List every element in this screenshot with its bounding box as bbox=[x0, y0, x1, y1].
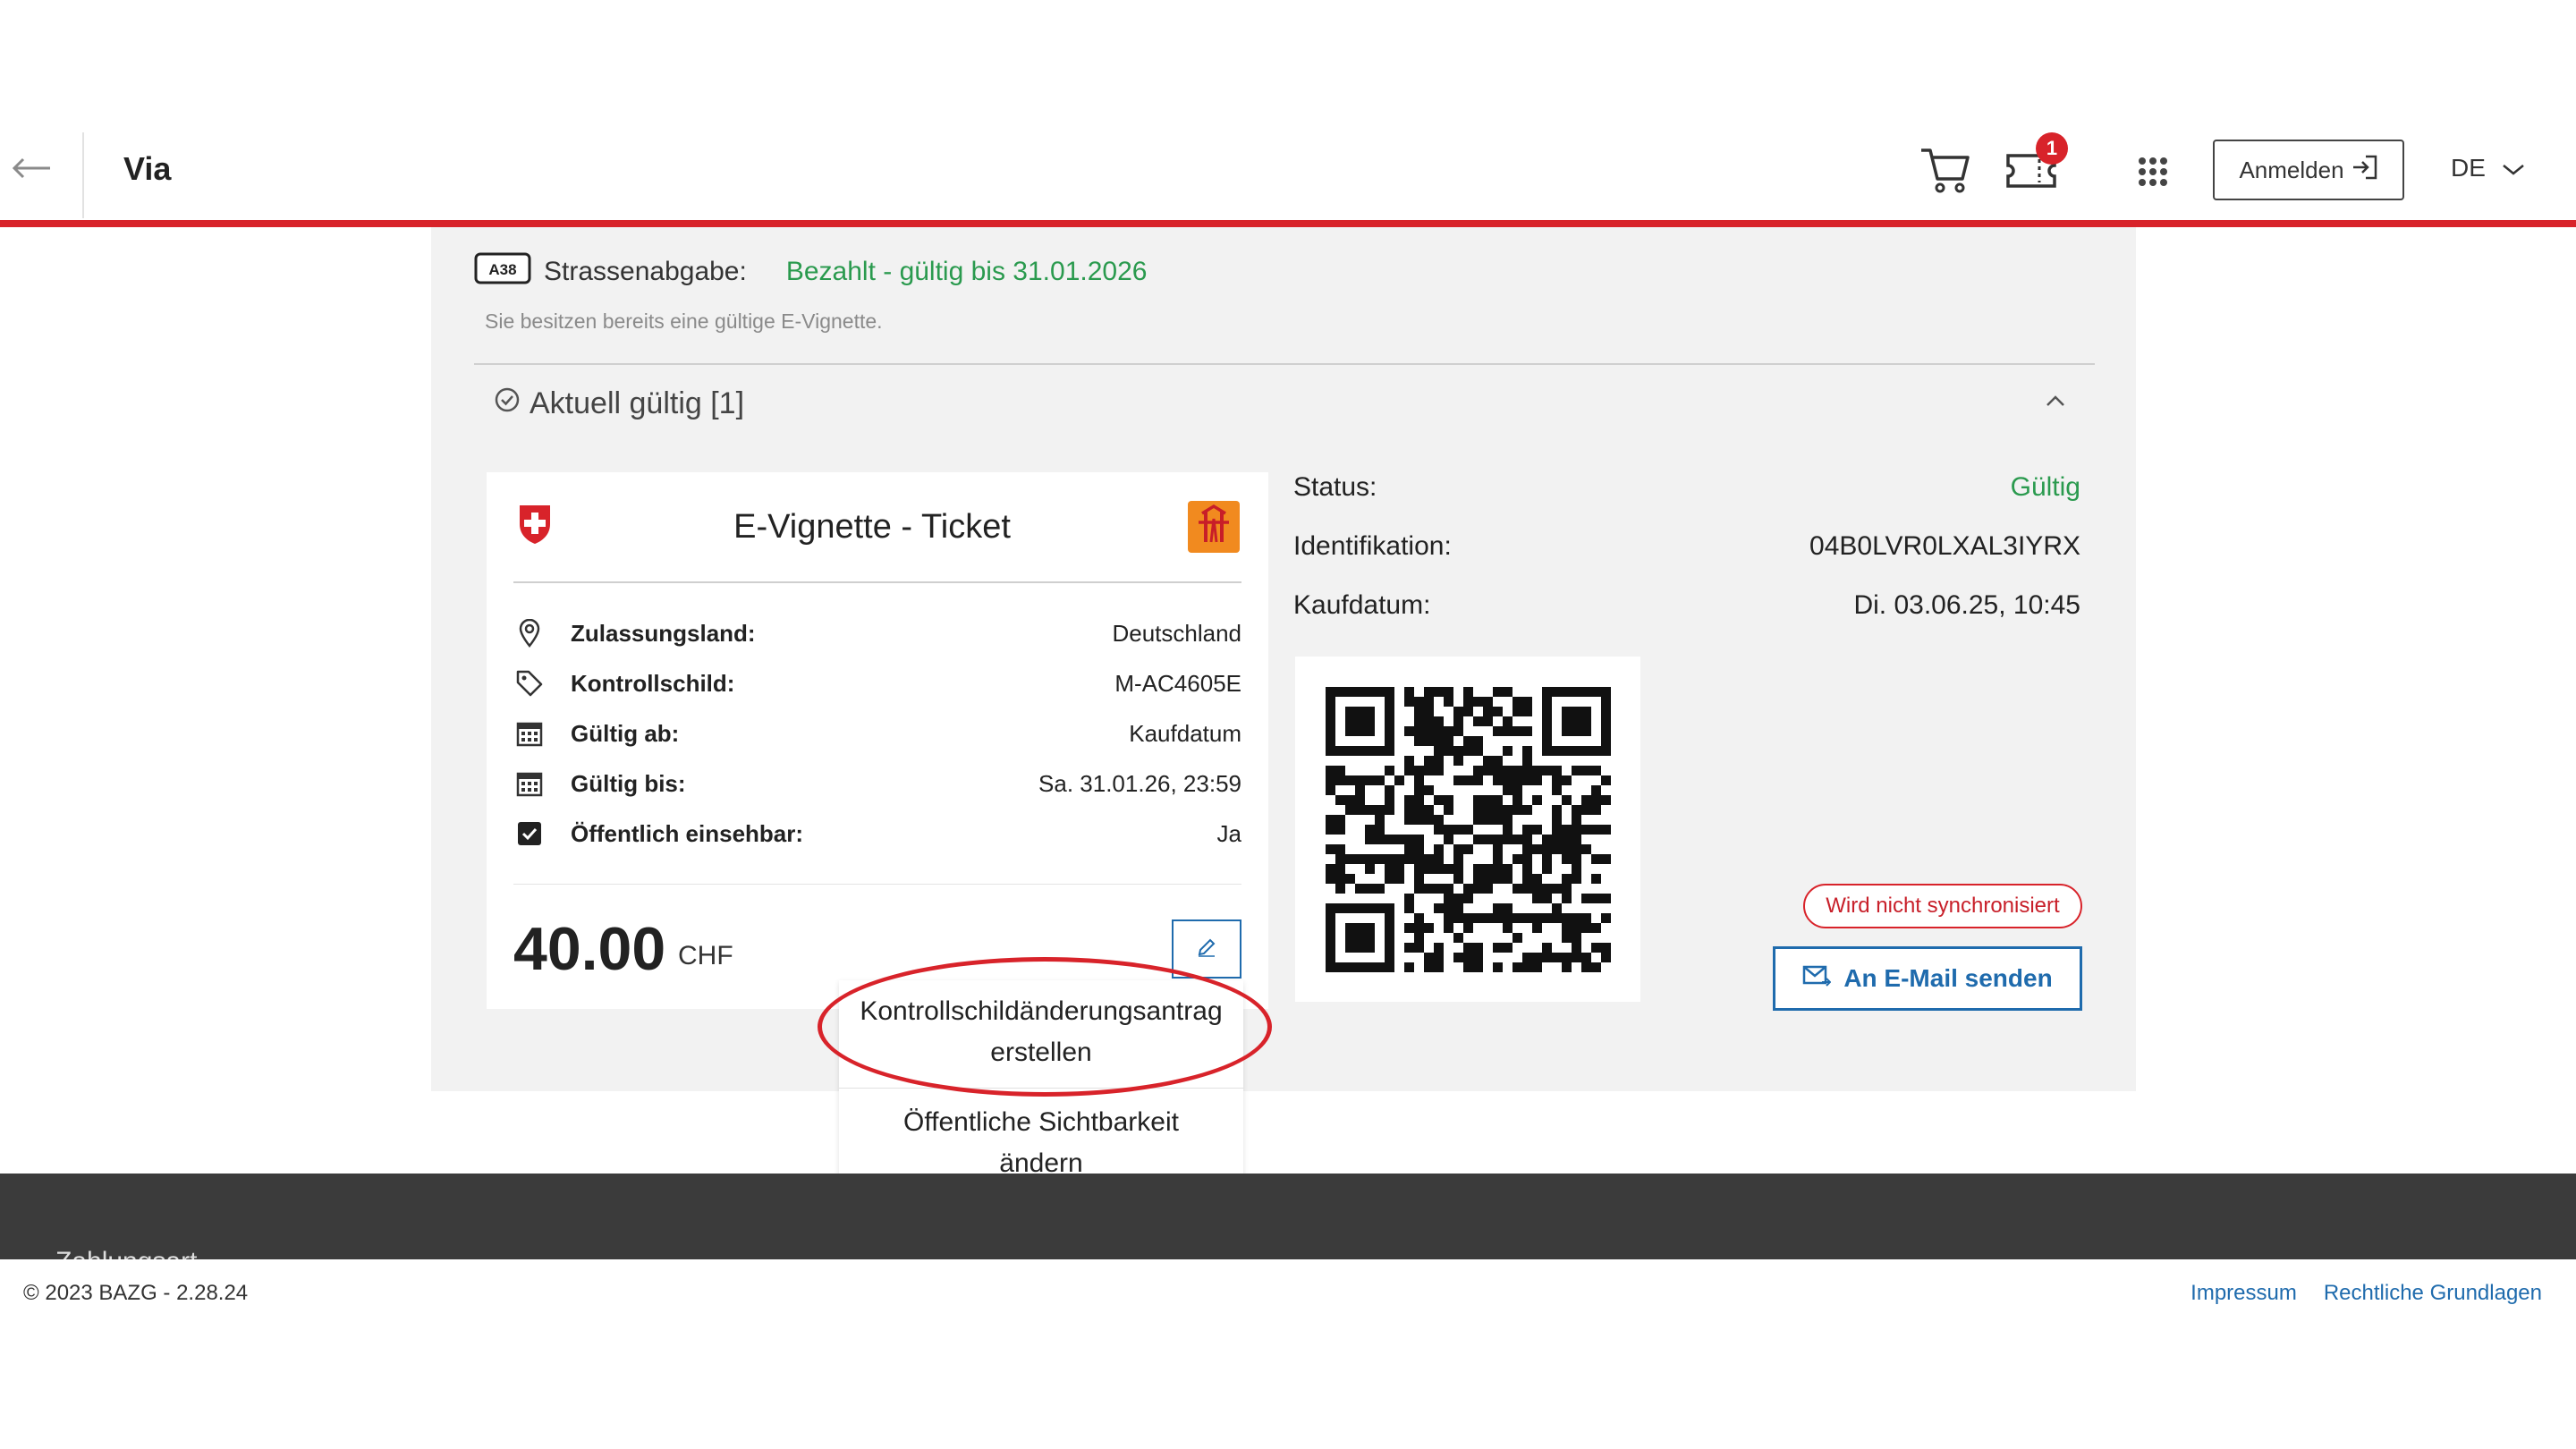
price-amount: 40.00 bbox=[513, 915, 666, 983]
menu-item-label: erstellen bbox=[990, 1038, 1092, 1067]
language-label: DE bbox=[2451, 154, 2486, 182]
info-value: Deutschland bbox=[1112, 619, 1241, 647]
info-value: Ja bbox=[1216, 819, 1241, 847]
identification-value: 04B0LVR0LXAL3IYRX bbox=[1809, 531, 2080, 561]
purchase-date-row: Kaufdatum: Di. 03.06.25, 10:45 bbox=[1293, 590, 2080, 621]
accordion-title: Aktuell gültig [1] bbox=[530, 386, 745, 420]
qr-code bbox=[1295, 657, 1640, 1002]
header-accent-line bbox=[0, 220, 2576, 227]
svg-text:A38: A38 bbox=[488, 261, 516, 278]
login-icon bbox=[2351, 155, 2378, 186]
tag-icon bbox=[513, 667, 546, 699]
menu-item-plate-change-request[interactable]: Kontrollschildänderungsantrag erstellen bbox=[839, 991, 1243, 1073]
sync-status-badge: Wird nicht synchronisiert bbox=[1803, 884, 2082, 928]
divider bbox=[474, 363, 2095, 365]
status-label: Status: bbox=[1293, 472, 1377, 502]
identification-row: Identifikation: 04B0LVR0LXAL3IYRX bbox=[1293, 531, 2080, 562]
info-value: M-AC4605E bbox=[1114, 669, 1241, 697]
tickets-count-badge: 1 bbox=[2036, 132, 2068, 165]
chevron-up-icon[interactable] bbox=[2045, 394, 2066, 408]
card-divider bbox=[513, 581, 1241, 583]
purchase-date-label: Kaufdatum: bbox=[1293, 590, 1431, 620]
header-divider bbox=[82, 132, 84, 218]
info-label: Kontrollschild: bbox=[571, 669, 735, 697]
footer-links: Impressum Rechtliche Grundlagen bbox=[2190, 1281, 2542, 1306]
info-label: Gültig ab: bbox=[571, 719, 680, 747]
copyright-text: © 2023 BAZG - 2.28.24 bbox=[23, 1281, 249, 1305]
price-currency: CHF bbox=[678, 941, 733, 970]
login-button-label: Anmelden bbox=[2239, 156, 2344, 183]
shopping-cart-icon[interactable] bbox=[1919, 143, 1971, 195]
check-circle-icon bbox=[494, 386, 521, 421]
menu-item-label: Kontrollschildänderungsantrag bbox=[860, 996, 1223, 1026]
menu-divider bbox=[839, 1088, 1243, 1089]
send-email-label: An E-Mail senden bbox=[1843, 964, 2053, 992]
info-row-public: Öffentlich einsehbar: Ja bbox=[513, 816, 1241, 852]
pencil-icon bbox=[1195, 936, 1218, 963]
calendar-icon bbox=[513, 767, 546, 800]
info-row-country: Zulassungsland: Deutschland bbox=[513, 615, 1241, 651]
identification-label: Identifikation: bbox=[1293, 531, 1452, 561]
road-tax-subtext: Sie besitzen bereits eine gültige E-Vign… bbox=[485, 309, 883, 333]
status-value: Gültig bbox=[2010, 472, 2080, 502]
motorway-sign-icon bbox=[1188, 501, 1240, 553]
ticket-title: E-Vignette - Ticket bbox=[733, 508, 1011, 546]
language-selector[interactable]: DE bbox=[2451, 154, 2525, 182]
checkbox-checked-icon bbox=[513, 818, 546, 850]
apps-grid-icon[interactable] bbox=[2138, 157, 2168, 187]
vignette-badge-icon: A38 bbox=[474, 252, 531, 292]
menu-item-label: Öffentliche Sichtbarkeit bbox=[903, 1107, 1179, 1137]
accordion-header[interactable]: Aktuell gültig [1] bbox=[494, 386, 744, 421]
send-email-button[interactable]: An E-Mail senden bbox=[1773, 946, 2082, 1011]
edit-button[interactable] bbox=[1172, 919, 1241, 979]
info-label: Gültig bis: bbox=[571, 769, 686, 797]
info-label: Öffentlich einsehbar: bbox=[571, 819, 804, 847]
info-label: Zulassungsland: bbox=[571, 619, 756, 647]
card-divider bbox=[513, 884, 1241, 885]
footer-link-legal[interactable]: Rechtliche Grundlagen bbox=[2324, 1281, 2542, 1306]
status-row: Status: Gültig bbox=[1293, 472, 2080, 503]
info-row-plate: Kontrollschild: M-AC4605E bbox=[513, 665, 1241, 701]
info-row-valid-from: Gültig ab: Kaufdatum bbox=[513, 716, 1241, 751]
mail-send-icon bbox=[1802, 964, 1832, 994]
menu-item-change-visibility[interactable]: Öffentliche Sichtbarkeit ändern bbox=[839, 1102, 1243, 1184]
back-arrow-icon[interactable] bbox=[11, 152, 55, 184]
info-value: Sa. 31.01.26, 23:59 bbox=[1038, 769, 1241, 797]
login-button[interactable]: Anmelden bbox=[2213, 140, 2404, 200]
footer-section-title: Zahlungsart bbox=[55, 1247, 197, 1259]
location-pin-icon bbox=[513, 617, 546, 649]
road-tax-label: Strassenabgabe: bbox=[544, 257, 747, 286]
app-title: Via bbox=[123, 150, 172, 187]
footer-link-impressum[interactable]: Impressum bbox=[2190, 1281, 2297, 1306]
edit-dropdown-menu: Kontrollschildänderungsantrag erstellen … bbox=[839, 980, 1243, 1202]
calendar-icon bbox=[513, 717, 546, 750]
info-value: Kaufdatum bbox=[1129, 719, 1241, 747]
road-tax-status-text: Bezahlt - gültig bis 31.01.2026 bbox=[785, 257, 1148, 286]
info-row-valid-until: Gültig bis: Sa. 31.01.26, 23:59 bbox=[513, 766, 1241, 801]
app-header: Via 1 Anmelden DE bbox=[0, 0, 2576, 224]
footer-dark-band: Zahlungsart bbox=[0, 1174, 2576, 1259]
purchase-date-value: Di. 03.06.25, 10:45 bbox=[1853, 590, 2080, 620]
road-tax-status: A38 Strassenabgabe: Bezahlt - gültig bis… bbox=[474, 252, 1147, 292]
swiss-shield-icon bbox=[517, 503, 553, 546]
chevron-down-icon bbox=[2502, 154, 2525, 182]
